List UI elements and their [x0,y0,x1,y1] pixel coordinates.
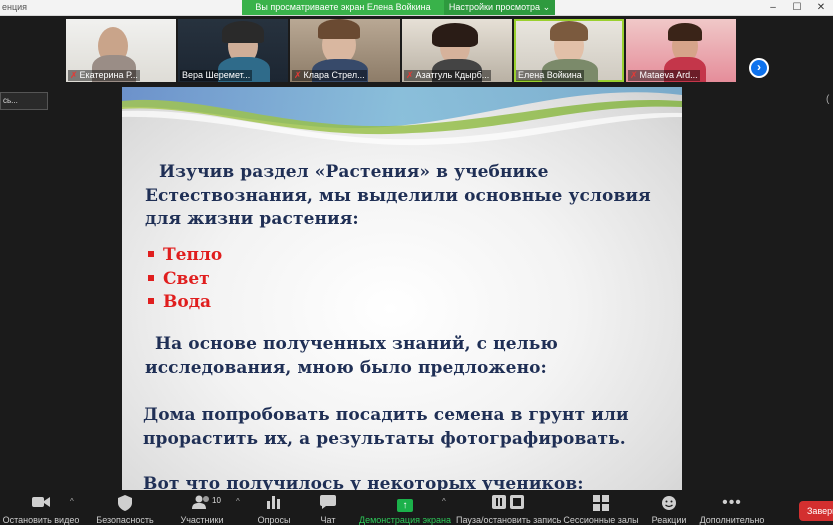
slide-para3-line-1: Дома попробовать посадить семена в грунт… [143,405,629,425]
participant-tile[interactable]: ✗ Екатерина Р... [66,19,176,82]
slide-intro-line-2: Естествознания, мы выделили основные усл… [145,186,651,206]
window-controls: – ☐ ✕ [761,0,833,16]
breakout-rooms-label: Сессионные залы [563,515,639,525]
pause-recording-button[interactable]: Пауза/остановить запись [456,490,562,525]
close-icon[interactable]: ✕ [809,0,833,16]
participant-strip: ✗ Екатерина Р... Вера Шеремет... ✗ Клара С… [0,17,833,84]
video-options-chevron-icon[interactable]: ^ [70,497,74,506]
participant-name: ✗ Екатерина Р... [68,70,140,81]
breakout-rooms-icon [593,495,609,511]
meeting-toolbar: Остановить видео ^ Безопасность 10 Участ… [0,490,833,525]
security-label: Безопасность [96,515,154,525]
share-screen-icon: ↑ [397,495,413,512]
chat-button[interactable]: Чат [305,490,351,525]
slide-para3-line-2: прорастить их, а результаты фотографиров… [143,429,626,449]
polls-button[interactable]: Опросы [248,490,300,525]
participants-button[interactable]: 10 Участники [172,490,232,525]
chat-label: Чат [320,515,336,525]
next-participants-button[interactable]: › [749,58,769,78]
view-options-label: Настройки просмотра [448,2,541,12]
participant-tile[interactable]: Вера Шеремет... [178,19,288,82]
video-camera-icon [32,495,50,511]
participant-tile[interactable]: ✗ Клара Стрел... [290,19,400,82]
share-screen-button[interactable]: ↑ Демонстрация экрана [358,490,452,525]
participants-label: Участники [180,515,224,525]
slide-para4-line-1: Вот что получилось у некоторых учеников: [143,474,584,490]
slide-wave-decoration [122,87,682,146]
security-button[interactable]: Безопасность [92,490,158,525]
end-meeting-button[interactable]: Заверш [799,501,833,521]
slide-para2-line-1: На основе полученных знаний, с целью [155,334,558,354]
polls-label: Опросы [257,515,291,525]
more-label: Дополнительно [699,515,765,525]
participant-video [432,23,478,47]
emoji-smile-icon [661,495,677,511]
chevron-right-icon: › [757,60,761,74]
share-options-chevron-icon[interactable]: ^ [442,497,446,506]
chevron-down-icon: ⌄ [542,2,551,12]
participant-video [668,23,702,41]
side-panel-tab[interactable]: сь... [0,92,48,110]
pause-recording-label: Пауза/остановить запись [456,515,562,525]
share-screen-label: Демонстрация экрана [359,515,451,525]
viewing-screen-label: Вы просматриваете экран Елена Войкина [242,0,444,15]
view-options-button[interactable]: Настройки просмотра ⌄ [444,0,555,15]
reactions-button[interactable]: Реакции [646,490,692,525]
participant-video [318,19,360,39]
participants-count: 10 [212,496,221,505]
participants-icon [192,495,212,511]
app-title: енция [2,2,28,12]
chat-bubble-icon [320,495,336,511]
slide-bullet: Вода [148,292,211,312]
stop-video-button[interactable]: Остановить видео [0,490,82,525]
participant-tile[interactable]: ✗ Mataeva Ard... [626,19,736,82]
slide-bullet: Тепло [148,245,222,265]
participant-name: ✗ Mataeva Ard... [628,70,700,81]
participant-video [550,21,588,41]
slide-intro-line-1: Изучив раздел «Растения» в учебнике [159,162,549,182]
zoom-window: енция – ☐ ✕ Вы просматриваете экран Елен… [0,0,833,525]
more-button[interactable]: ••• Дополнительно [696,490,768,525]
shared-screen-slide: Изучив раздел «Растения» в учебнике Есте… [122,87,682,490]
bar-chart-icon [267,495,281,511]
slide-intro-line-3: для жизни растения: [145,209,359,229]
side-panel-handle[interactable]: ( [826,94,833,108]
mic-muted-icon: ✗ [294,70,302,80]
participant-name: Елена Войкина [516,70,584,81]
participants-options-chevron-icon[interactable]: ^ [236,497,240,506]
participant-tile[interactable]: ✗ Азатгуль Кдырб... [402,19,512,82]
maximize-icon[interactable]: ☐ [785,0,809,16]
shield-icon [118,495,132,511]
mic-muted-icon: ✗ [630,70,638,80]
participant-tile-active-speaker[interactable]: Елена Войкина [514,19,624,82]
minimize-icon[interactable]: – [761,0,785,16]
more-dots-icon: ••• [722,494,742,511]
breakout-rooms-button[interactable]: Сессионные залы [562,490,640,525]
pause-stop-recording-icon [492,495,524,511]
mic-muted-icon: ✗ [406,70,414,80]
slide-para2-line-2: исследования, мною было предложено: [145,358,547,378]
participant-name: ✗ Азатгуль Кдырб... [404,70,492,81]
share-banner: Вы просматриваете экран Елена Войкина На… [242,0,555,15]
bullet-square-icon [148,275,154,281]
participant-video [222,21,264,43]
bullet-square-icon [148,298,154,304]
slide-bullet: Свет [148,269,210,289]
bullet-square-icon [148,251,154,257]
participant-name: ✗ Клара Стрел... [292,70,367,81]
reactions-label: Реакции [651,515,687,525]
mic-muted-icon: ✗ [70,70,78,80]
participant-name: Вера Шеремет... [180,70,253,81]
stop-video-label: Остановить видео [2,515,80,525]
